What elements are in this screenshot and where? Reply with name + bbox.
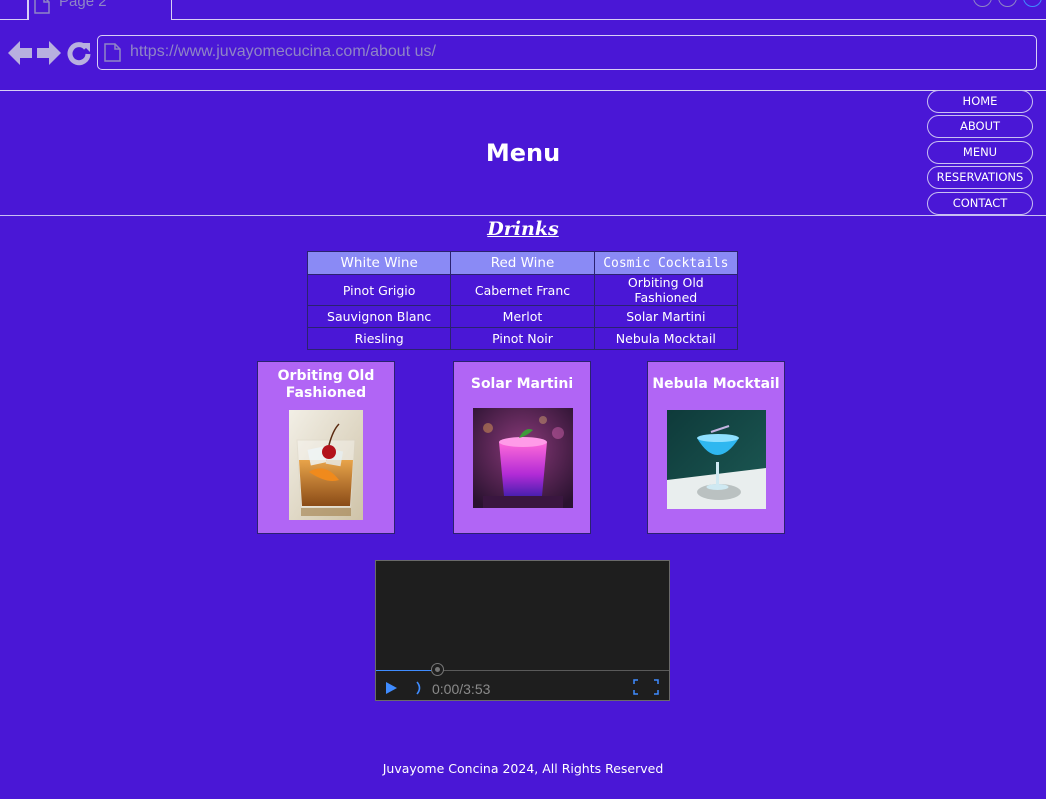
forward-arrow-icon[interactable] [37, 40, 61, 70]
table-cell: Orbiting Old Fashioned [593, 274, 739, 306]
video-progress-fill [376, 670, 431, 671]
page-title: Menu [485, 139, 561, 167]
card-title: Solar Martini [470, 376, 574, 392]
drink-card-solar-martini: Solar Martini [453, 361, 591, 534]
tab-title: Page 2 [59, 0, 107, 10]
video-time-display: 0:00/3:53 [432, 681, 491, 697]
table-cell: Riesling [306, 327, 452, 350]
tab-baseline-left [0, 19, 28, 20]
nav-reservations-button[interactable]: RESERVATIONS [927, 166, 1033, 189]
document-icon [104, 43, 121, 66]
document-icon [34, 0, 50, 18]
nav-about-button[interactable]: ABOUT [927, 115, 1033, 138]
table-row: Sauvignon Blanc Merlot Solar Martini [306, 305, 739, 328]
url-text[interactable]: https://www.juvayomecucina.com/about us/ [130, 43, 436, 61]
table-cell: Merlot [450, 305, 595, 328]
table-cell: Pinot Grigio [306, 274, 452, 306]
table-row: Riesling Pinot Noir Nebula Mocktail [306, 327, 739, 350]
nebula-mocktail-photo [667, 410, 766, 509]
drinks-table: White Wine Red Wine Cosmic Cocktails Pin… [306, 251, 739, 350]
chrome-divider [0, 90, 1046, 91]
tab-baseline-right [172, 19, 1046, 20]
back-arrow-icon[interactable] [8, 40, 32, 70]
table-row: Pinot Grigio Cabernet Franc Orbiting Old… [306, 274, 739, 306]
table-header-row: White Wine Red Wine Cosmic Cocktails [306, 251, 739, 275]
table-cell: Solar Martini [593, 305, 739, 328]
table-cell: Pinot Noir [450, 327, 595, 350]
card-title: Orbiting Old Fashioned [277, 368, 375, 401]
column-header-red-wine: Red Wine [450, 251, 595, 275]
nav-contact-button[interactable]: CONTACT [927, 192, 1033, 215]
column-header-white-wine: White Wine [306, 251, 452, 275]
solar-martini-photo [473, 408, 573, 508]
maximize-button[interactable] [998, 0, 1017, 7]
video-scrubber-handle[interactable] [431, 663, 444, 676]
drink-card-old-fashioned: Orbiting Old Fashioned [257, 361, 395, 534]
tab-strip-left [0, 0, 29, 20]
browser-tab[interactable]: Page 2 [27, 0, 172, 20]
volume-icon[interactable] [416, 680, 422, 699]
reload-icon[interactable] [67, 40, 91, 70]
table-cell: Nebula Mocktail [593, 327, 739, 350]
footer-text: Juvayome Concina 2024, All Rights Reserv… [382, 761, 664, 776]
close-button[interactable] [1023, 0, 1042, 7]
drinks-heading: Drinks [487, 218, 559, 240]
header-divider [0, 215, 1046, 216]
table-cell: Sauvignon Blanc [306, 305, 452, 328]
video-player[interactable]: 0:00/3:53 [375, 560, 670, 701]
column-header-cosmic-cocktails: Cosmic Cocktails [593, 251, 739, 275]
old-fashioned-photo [289, 410, 363, 520]
address-bar[interactable]: https://www.juvayomecucina.com/about us/ [97, 35, 1037, 70]
nav-menu-button[interactable]: MENU [927, 141, 1033, 164]
table-cell: Cabernet Franc [450, 274, 595, 306]
minimize-button[interactable] [973, 0, 992, 7]
card-title: Nebula Mocktail [652, 376, 780, 392]
drink-card-nebula-mocktail: Nebula Mocktail [647, 361, 785, 534]
fullscreen-icon[interactable] [633, 679, 659, 699]
play-icon[interactable] [384, 680, 398, 699]
nav-home-button[interactable]: HOME [927, 90, 1033, 113]
